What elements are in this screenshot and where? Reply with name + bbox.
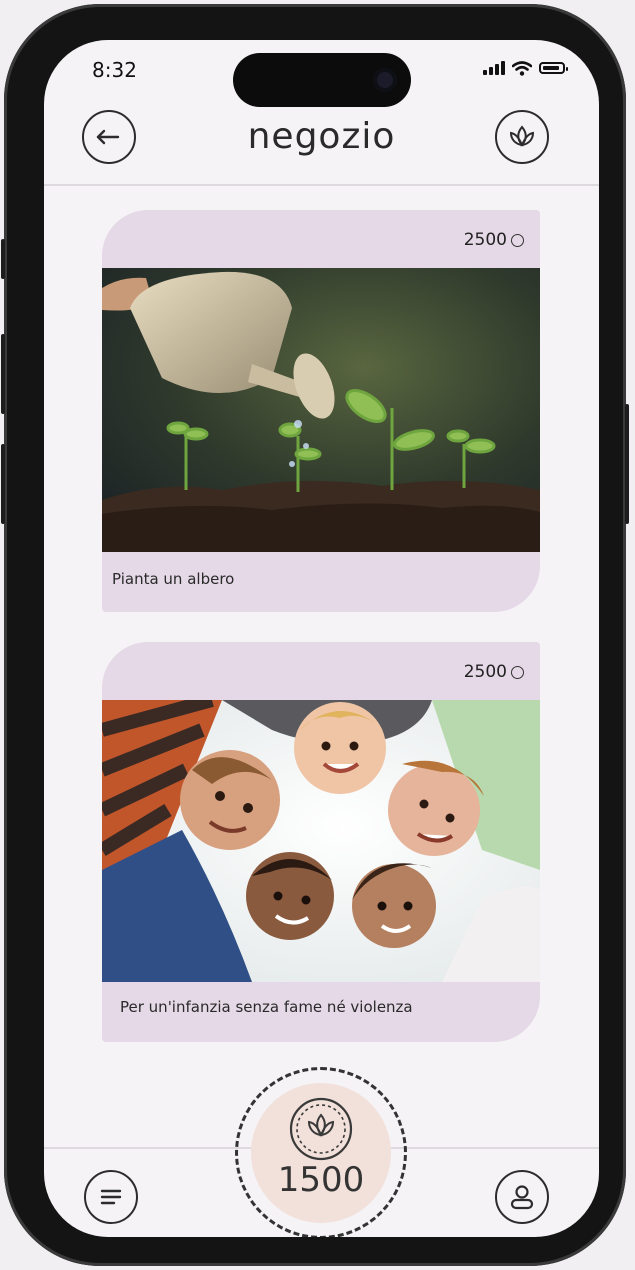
coin-icon xyxy=(511,233,524,247)
watering-can-seedlings-photo xyxy=(102,268,540,552)
volume-down-button xyxy=(1,444,5,524)
children-huddle-photo xyxy=(102,700,540,982)
signal-icon xyxy=(483,61,505,75)
coin-icon xyxy=(511,665,524,679)
balance-value: 1500 xyxy=(277,1160,365,1200)
shop-item-card[interactable]: 2500 xyxy=(102,210,540,612)
item-label: Per un'infanzia senza fame né violenza xyxy=(120,998,413,1016)
power-button xyxy=(625,404,629,524)
silent-switch xyxy=(1,239,5,279)
price-tag: 2500 xyxy=(464,230,524,250)
status-icons xyxy=(483,60,568,76)
lotus-icon xyxy=(509,125,535,147)
volume-up-button xyxy=(1,334,5,414)
menu-icon xyxy=(100,1189,122,1205)
dynamic-island xyxy=(233,53,411,107)
price-value: 2500 xyxy=(463,662,507,682)
status-time: 8:32 xyxy=(92,58,137,82)
battery-icon xyxy=(539,62,568,74)
profile-button[interactable] xyxy=(495,1170,549,1224)
shop-item-card[interactable]: 2500 xyxy=(102,642,540,1042)
item-label: Pianta un albero xyxy=(112,570,235,588)
camera-icon xyxy=(373,68,397,92)
header-divider xyxy=(44,184,599,186)
wifi-icon xyxy=(512,60,532,76)
profile-icon xyxy=(510,1185,534,1210)
app-screen: 8:32 negozio 2500 Pianta un albero 2500 … xyxy=(44,40,599,1237)
price-value: 2500 xyxy=(463,230,507,250)
menu-button[interactable] xyxy=(84,1170,138,1224)
lotus-button[interactable] xyxy=(495,110,549,164)
phone-frame: 8:32 negozio 2500 Pianta un albero 2500 … xyxy=(1,4,629,1266)
lotus-coin-icon xyxy=(289,1097,353,1161)
price-tag: 2500 xyxy=(464,662,524,682)
